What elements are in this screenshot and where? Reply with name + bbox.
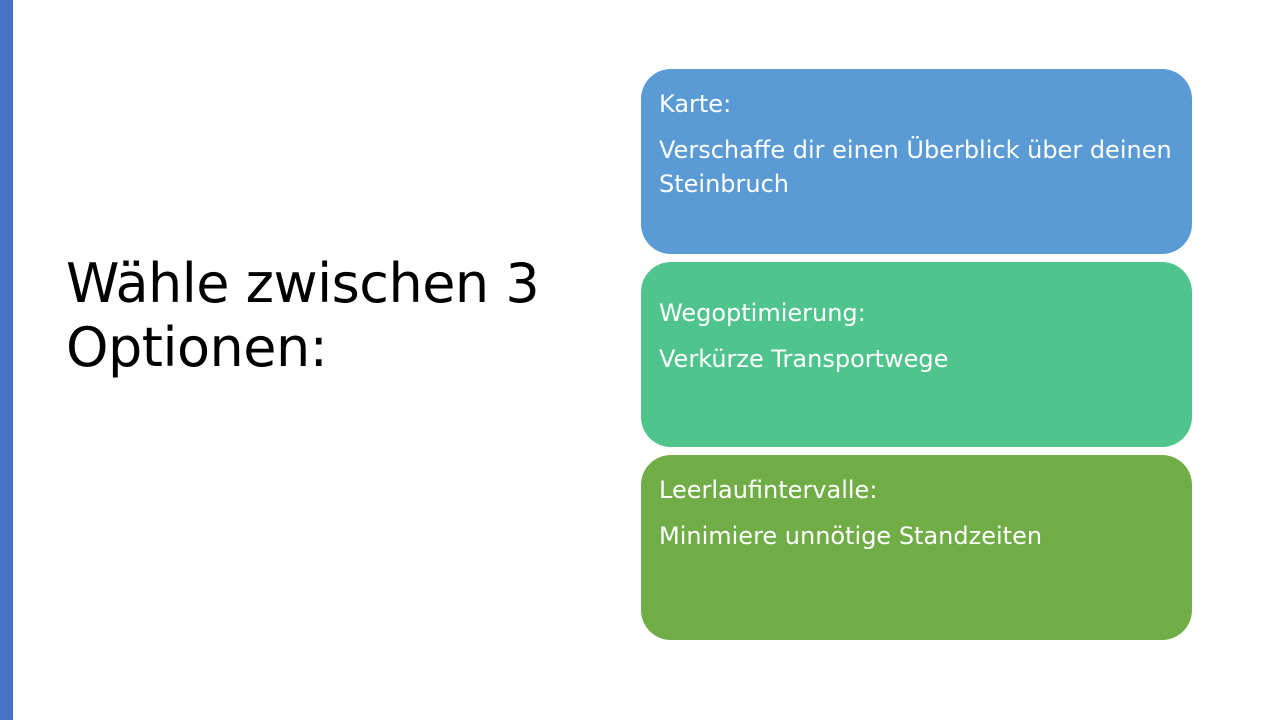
option-card-karte[interactable]: Karte: Verschaffe dir einen Überblick üb… [641, 69, 1192, 254]
option-card-wegoptimierung[interactable]: Wegoptimierung: Verkürze Transportwege [641, 262, 1192, 447]
option-description-wegoptimierung: Verkürze Transportwege [659, 345, 949, 373]
option-title-karte: Karte: [659, 90, 732, 118]
slide: Wähle zwischen 3 Optionen: Karte: Versch… [0, 0, 1280, 720]
accent-bar [0, 0, 13, 720]
slide-title: Wähle zwischen 3 Optionen: [66, 252, 540, 379]
option-title-leerlaufintervalle: Leerlaufintervalle: [659, 476, 878, 504]
option-description-leerlaufintervalle: Minimiere unnötige Standzeiten [659, 522, 1043, 550]
option-card-leerlaufintervalle[interactable]: Leerlaufintervalle: Minimiere unnötige S… [641, 455, 1192, 640]
option-title-wegoptimierung: Wegoptimierung: [659, 299, 866, 327]
option-description-karte: Verschaffe dir einen Überblick über dein… [659, 136, 1172, 198]
